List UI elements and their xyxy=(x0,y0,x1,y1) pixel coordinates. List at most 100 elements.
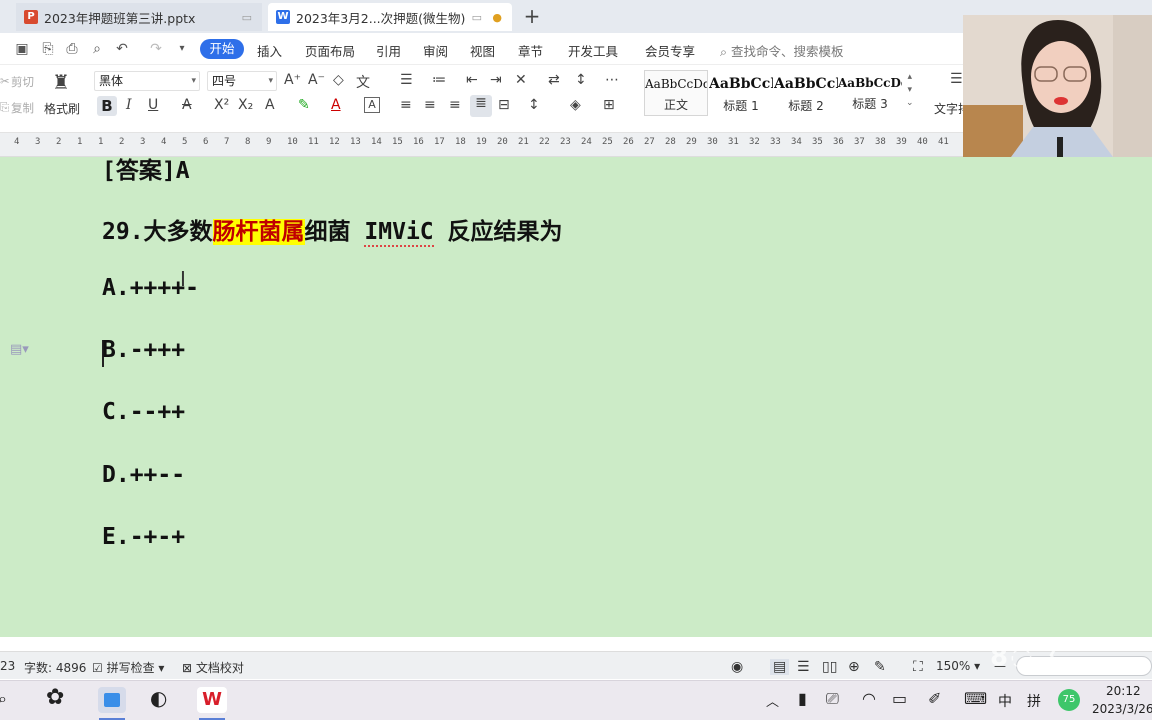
copy-button[interactable]: 复制 xyxy=(11,100,34,116)
style-heading-1[interactable]: AaBbCcI 标题 1 xyxy=(709,70,773,116)
borders-icon[interactable]: ⊞ xyxy=(603,97,615,113)
notification-badge[interactable]: 75 xyxy=(1058,689,1080,711)
text-direction-icon[interactable]: ⇄ xyxy=(548,72,560,88)
align-right-icon[interactable]: ≡ xyxy=(449,97,461,113)
menu-membership[interactable]: 会员专享 xyxy=(645,41,695,60)
bold-button[interactable]: B xyxy=(97,96,117,116)
ime-mode[interactable]: 拼 xyxy=(1027,691,1041,711)
increase-indent-icon[interactable]: ⇥ xyxy=(490,72,502,88)
ruler-tick-label: 2 xyxy=(119,137,125,147)
undo-icon[interactable]: ↶ xyxy=(114,41,130,57)
redo-icon[interactable]: ↷ xyxy=(148,41,164,57)
clock-date[interactable]: 2023/3/26 xyxy=(1092,702,1152,716)
font-name-select[interactable]: 黑体 ▾ xyxy=(94,71,200,91)
menu-developer[interactable]: 开发工具 xyxy=(568,41,618,60)
numbered-list-icon[interactable]: ≔ xyxy=(432,72,446,88)
cut-button[interactable]: 剪切 xyxy=(11,74,34,90)
superscript-button[interactable]: X² xyxy=(214,97,229,113)
outline-view-icon[interactable]: ☰ xyxy=(797,659,810,675)
sort-icon[interactable]: ↕ xyxy=(575,72,587,88)
tab-docx[interactable]: W 2023年3月2...次押题(微生物) ▭ ● xyxy=(268,3,512,31)
microphone-icon[interactable]: ▮ xyxy=(798,689,807,708)
distribute-icon[interactable]: ⊟ xyxy=(498,97,510,113)
style-scroll-icon[interactable]: ▴ ▾ ⌄ xyxy=(906,71,914,110)
subscript-button[interactable]: X₂ xyxy=(238,97,253,113)
menu-review[interactable]: 审阅 xyxy=(423,41,448,60)
chevron-up-icon[interactable]: ︿ xyxy=(766,691,779,710)
style-heading-3[interactable]: AaBbCcDd 标题 3 xyxy=(838,70,902,116)
window-app-icon[interactable] xyxy=(98,687,126,713)
line-spacing-icon[interactable]: ↕ xyxy=(528,97,540,113)
battery-icon[interactable]: ▭ xyxy=(892,689,907,708)
reading-view-icon[interactable]: ▯▯ xyxy=(822,659,837,675)
pen-icon[interactable]: ✐ xyxy=(928,689,941,708)
export-icon[interactable]: ⎘ xyxy=(40,41,56,57)
ime-language[interactable]: 中 xyxy=(998,691,1012,711)
chevron-down-icon: ▾ xyxy=(191,76,196,86)
font-size-select[interactable]: 四号 ▾ xyxy=(207,71,277,91)
paragraph-handle-icon[interactable]: ▤▾ xyxy=(10,342,29,357)
obs-icon[interactable]: ◐ xyxy=(150,686,167,710)
decrease-indent-icon[interactable]: ⇤ xyxy=(466,72,478,88)
chinese-layout-icon[interactable]: ✕ xyxy=(515,72,527,88)
save-icon[interactable]: ▣ xyxy=(14,41,30,57)
ruler-tick-label: 30 xyxy=(707,137,718,147)
char-border-button[interactable]: A xyxy=(364,97,380,113)
justify-icon[interactable]: ≣ xyxy=(470,95,492,117)
ruler-tick-label: 11 xyxy=(308,137,319,147)
keyboard-icon[interactable]: ⌨ xyxy=(964,689,987,708)
search-icon[interactable]: ⌕ xyxy=(0,689,7,709)
ruler-tick-label: 13 xyxy=(350,137,361,147)
page-view-icon[interactable]: ▤ xyxy=(770,659,790,675)
text-effect-button[interactable]: A xyxy=(265,97,275,113)
ruler-tick-label: 24 xyxy=(581,137,592,147)
strikethrough-button[interactable]: A xyxy=(182,97,192,113)
menu-page-layout[interactable]: 页面布局 xyxy=(305,41,355,60)
print-icon[interactable]: ⎙ xyxy=(64,41,80,57)
menu-start[interactable]: 开始 xyxy=(200,39,244,59)
new-tab-button[interactable]: + xyxy=(520,4,544,28)
word-count[interactable]: 字数: 4896 xyxy=(24,659,86,676)
option-d: D.++-- xyxy=(102,462,186,488)
zoom-level[interactable]: 150% ▾ xyxy=(936,659,980,673)
phonetic-icon[interactable]: 文 xyxy=(356,72,370,92)
align-left-icon[interactable]: ≡ xyxy=(400,97,412,113)
menu-insert[interactable]: 插入 xyxy=(257,41,282,60)
wifi-icon[interactable]: ◠ xyxy=(862,689,876,708)
command-search[interactable]: ⌕ 查找命令、搜索模板 xyxy=(720,41,844,60)
font-color-button[interactable]: A xyxy=(331,97,341,113)
customize-dropdown-icon[interactable]: ▾ xyxy=(174,41,190,57)
font-grow-icon[interactable]: A⁺ xyxy=(284,72,301,88)
tab-pptx[interactable]: P 2023年押题班第三讲.pptx ▭ xyxy=(16,3,262,31)
ruler-tick-label: 35 xyxy=(812,137,823,147)
ruler-tick-label: 28 xyxy=(665,137,676,147)
screenshot-icon[interactable]: ⎚ xyxy=(826,689,839,709)
highlight-color-icon[interactable]: ✎ xyxy=(298,97,310,113)
write-view-icon[interactable]: ✎ xyxy=(874,659,886,675)
style-normal[interactable]: AaBbCcDd 正文 xyxy=(644,70,708,116)
eye-protection-icon[interactable]: ◉ xyxy=(731,659,743,675)
clear-format-icon[interactable]: ◇ xyxy=(333,72,344,88)
web-view-icon[interactable]: ⊕ xyxy=(848,659,860,675)
italic-button[interactable]: I xyxy=(126,97,132,113)
spell-check-button[interactable]: ☑ 拼写检查 ▾ xyxy=(92,659,164,676)
show-marks-icon[interactable]: ⋯ xyxy=(605,72,619,88)
document-area[interactable]: [答案]A 29.大多数肠杆菌属细菌 IMViC 反应结果为 A.++++- I… xyxy=(0,157,1152,637)
fit-page-icon[interactable]: ⛶ xyxy=(913,659,923,675)
app-icon[interactable]: ✿ xyxy=(46,685,64,710)
align-center-icon[interactable]: ≡ xyxy=(424,97,436,113)
style-heading-2[interactable]: AaBbCcI 标题 2 xyxy=(774,70,838,116)
doc-review-button[interactable]: ⊠ 文档校对 xyxy=(182,659,244,676)
menu-view[interactable]: 视图 xyxy=(470,41,495,60)
format-painter-button[interactable]: 格式刷 xyxy=(44,100,80,117)
font-shrink-icon[interactable]: A⁻ xyxy=(308,72,325,88)
menu-chapter[interactable]: 章节 xyxy=(518,41,543,60)
underline-button[interactable]: U xyxy=(148,97,158,113)
page-number[interactable]: 23 xyxy=(0,659,15,673)
menu-references[interactable]: 引用 xyxy=(376,41,401,60)
clock-time[interactable]: 20:12 xyxy=(1106,684,1141,698)
preview-icon[interactable]: ⌕ xyxy=(89,41,105,57)
bullet-list-icon[interactable]: ☰ xyxy=(400,72,413,88)
wps-icon[interactable]: W xyxy=(197,687,227,713)
shading-icon[interactable]: ◈ xyxy=(570,97,581,113)
